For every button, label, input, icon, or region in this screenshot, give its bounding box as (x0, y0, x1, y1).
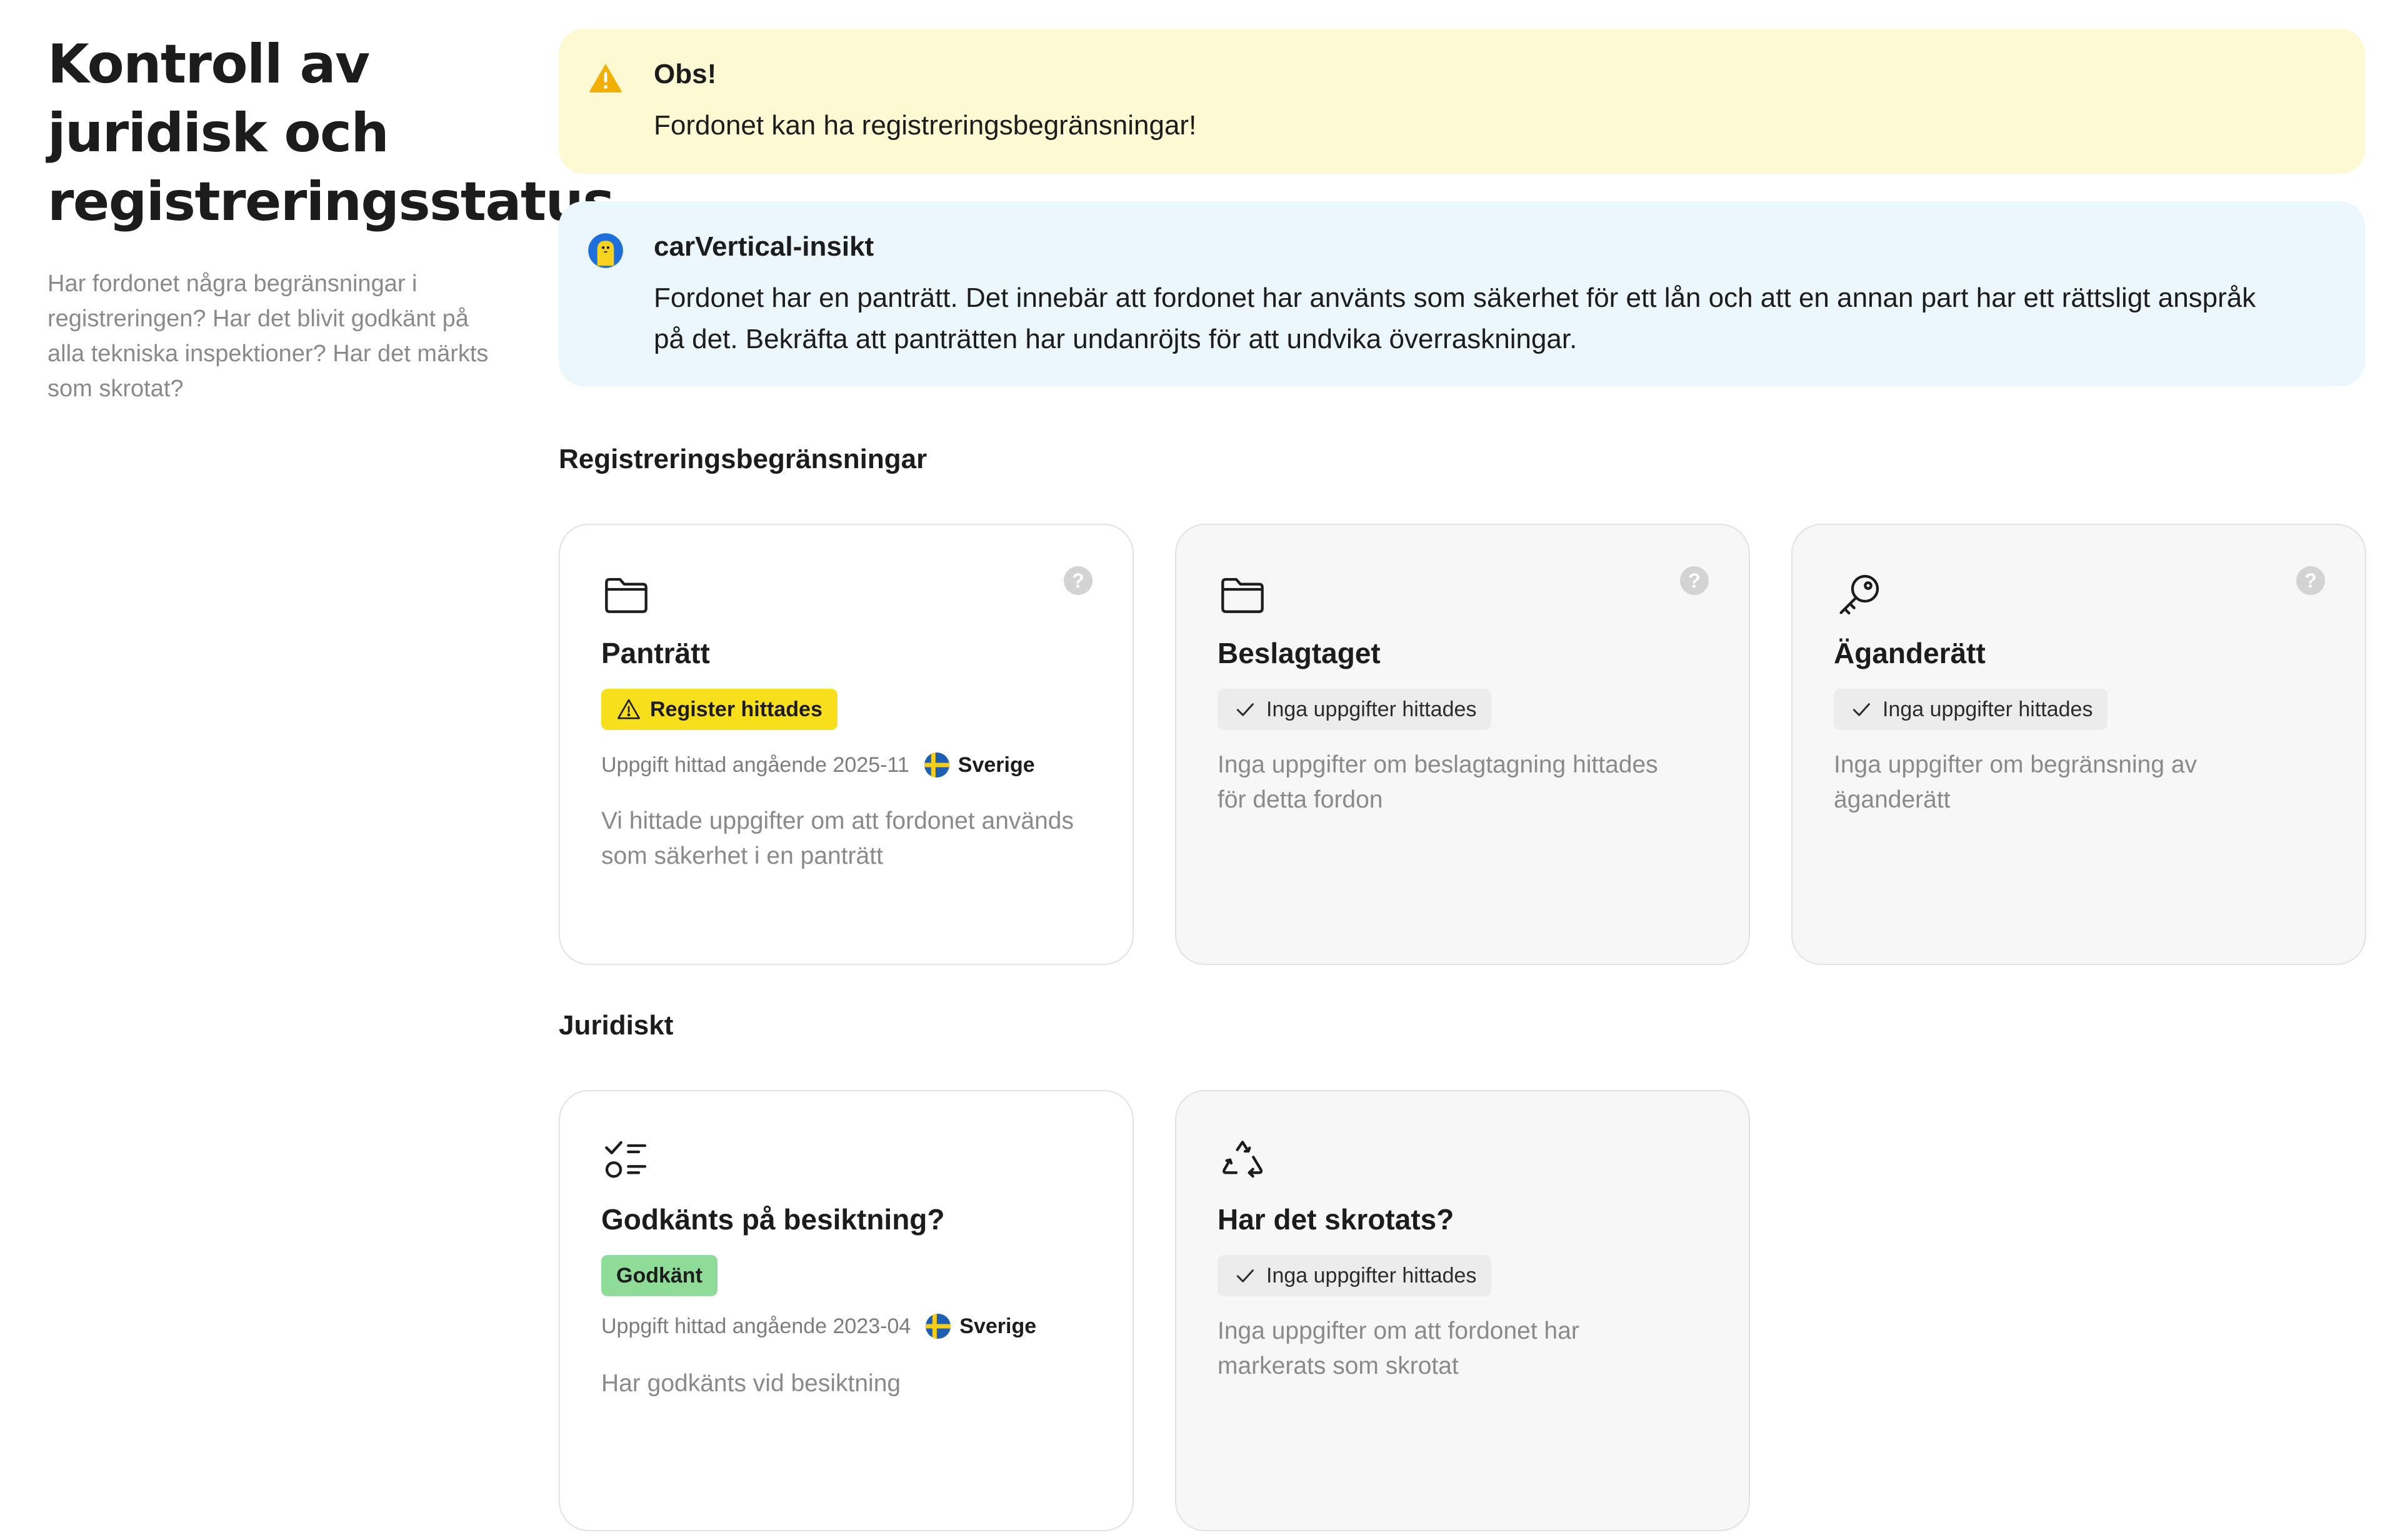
country-label: Sverige (958, 752, 1035, 777)
status-badge-none: Inga uppgifter hittades (1218, 1255, 1492, 1296)
badge-label: Godkänt (616, 1263, 702, 1288)
warning-title: Obs! (654, 59, 717, 89)
content-column: Obs! Fordonet kan ha registreringsbegrän… (559, 29, 2366, 1531)
card-description: Inga uppgifter om att fordonet har marke… (1218, 1318, 1579, 1379)
card-description: Vi hittade uppgifter om att fordonet anv… (601, 808, 1074, 869)
card-description: Har godkänts vid besiktning (601, 1370, 901, 1397)
page-description: Har fordonet några begränsningar i regis… (48, 271, 489, 402)
card-title: Godkänts på besiktning? (601, 1203, 945, 1236)
section-title-legal: Juridiskt (559, 1010, 674, 1041)
card-title: Panträtt (601, 637, 710, 669)
help-icon[interactable]: ? (1680, 566, 1709, 595)
card-description: Inga uppgifter om beslagtagning hittades… (1218, 751, 1658, 813)
insight-title: carVertical-insikt (654, 231, 874, 262)
card-inspection: Godkänts på besiktning? Godkänt Uppgift … (559, 1090, 1134, 1531)
insight-body: Fordonet har en panträtt. Det innebär at… (654, 282, 2256, 354)
warning-triangle-icon (618, 699, 640, 719)
warning-triangle-icon (589, 64, 622, 92)
card-ownership: ? Äganderätt Inga uppgifter hittades Ing… (1791, 524, 2366, 965)
sweden-flag-icon (924, 752, 949, 778)
status-badge-approved: Godkänt (601, 1255, 718, 1296)
record-meta: Uppgift hittad angående 2025-11 Sverige (601, 752, 1035, 778)
record-date-text: Uppgift hittad angående 2023-04 (601, 1314, 911, 1338)
status-badge-found: Register hittades (601, 689, 838, 730)
card-title: Äganderätt (1834, 637, 1986, 669)
country-label: Sverige (959, 1314, 1037, 1338)
status-badge-none: Inga uppgifter hittades (1834, 689, 2108, 730)
badge-label: Inga uppgifter hittades (1266, 1263, 1477, 1288)
help-icon[interactable]: ? (2296, 566, 2325, 595)
badge-label: Inga uppgifter hittades (1882, 697, 2093, 721)
card-seized: ? Beslagtaget Inga uppgifter hittades In… (1175, 524, 1750, 965)
intro-column: Kontroll av juridisk och registreringsst… (48, 30, 615, 406)
folder-icon (1221, 578, 1264, 613)
badge-label: Inga uppgifter hittades (1266, 697, 1477, 721)
check-icon (1236, 1269, 1254, 1282)
checklist-icon (605, 1141, 647, 1178)
carvertical-mascot-icon (588, 233, 623, 268)
warning-body: Fordonet kan ha registreringsbegränsning… (654, 110, 1197, 141)
card-description: Inga uppgifter om begränsning av ägander… (1834, 751, 2198, 813)
card-title: Har det skrotats? (1218, 1203, 1454, 1236)
warning-alert: Obs! Fordonet kan ha registreringsbegrän… (559, 29, 2365, 174)
card-scrapped: Har det skrotats? Inga uppgifter hittade… (1175, 1090, 1750, 1531)
folder-icon (605, 578, 648, 613)
status-badge-none: Inga uppgifter hittades (1218, 689, 1492, 730)
sweden-flag-icon (926, 1314, 951, 1339)
card-pledge: ? Panträtt Register hittades Uppgift hit… (559, 524, 1134, 965)
insight-alert: carVertical-insikt Fordonet har en pantr… (559, 201, 2365, 386)
check-icon (1236, 703, 1254, 716)
section-title-registration: Registreringsbegränsningar (559, 444, 928, 474)
check-icon (1852, 703, 1870, 716)
help-icon[interactable]: ? (1064, 566, 1092, 595)
badge-label: Register hittades (650, 697, 822, 721)
legal-status-page: Kontroll av juridisk och registreringsst… (0, 0, 2400, 1540)
recycle-icon (1222, 1141, 1263, 1178)
card-title: Beslagtaget (1218, 637, 1381, 669)
page-title: Kontroll av juridisk och registreringsst… (48, 33, 615, 233)
key-icon (1839, 574, 1879, 615)
record-meta: Uppgift hittad angående 2023-04 Sverige (601, 1314, 1036, 1339)
record-date-text: Uppgift hittad angående 2025-11 (601, 752, 909, 777)
